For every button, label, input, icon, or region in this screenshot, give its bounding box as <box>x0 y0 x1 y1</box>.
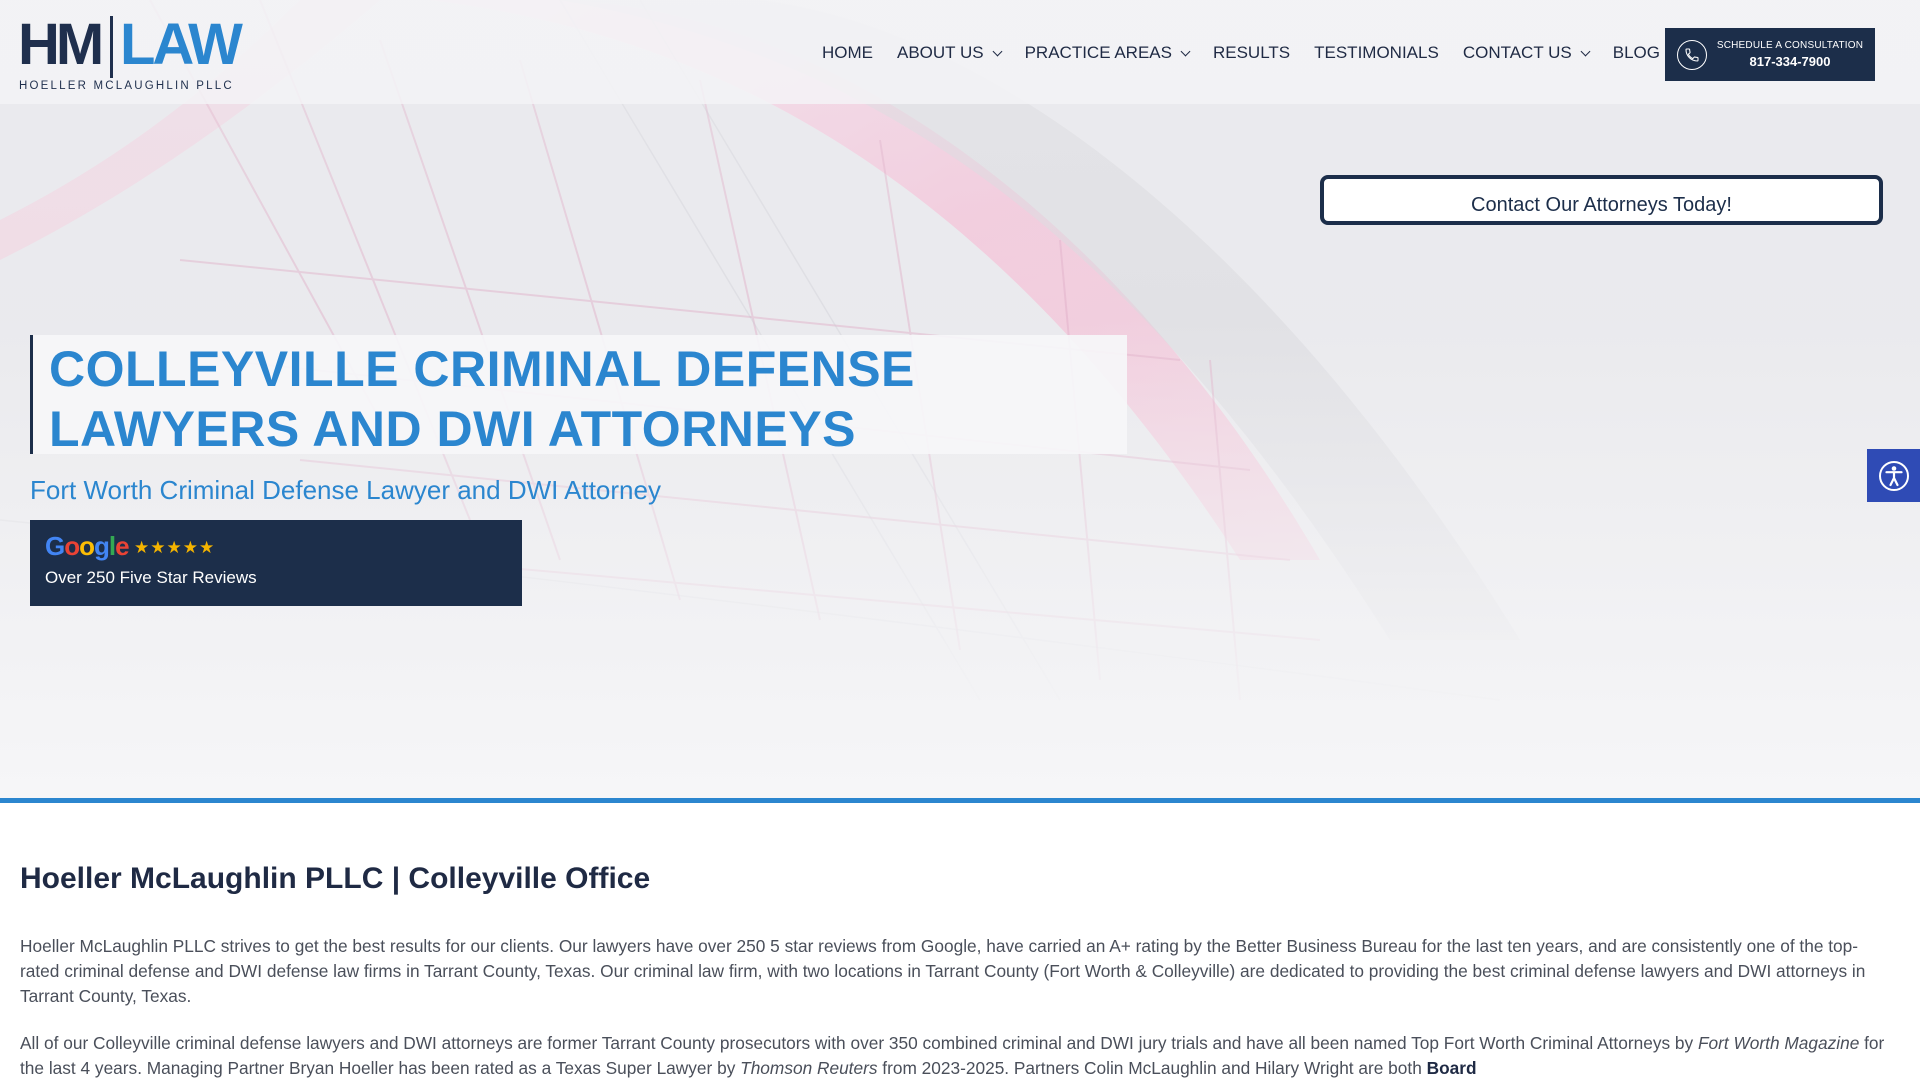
schedule-consultation-button[interactable]: SCHEDULE A CONSULTATION 817-334-7900 <box>1665 28 1875 81</box>
five-star-rating: ★★★★★ <box>134 538 216 558</box>
page-subtitle: Fort Worth Criminal Defense Lawyer and D… <box>30 475 661 505</box>
logo-firm-name: HOELLER MCLAUGHLIN PLLC <box>19 80 234 92</box>
paragraph-italic-publication: Thomson Reuters <box>740 1058 878 1078</box>
hero-divider <box>0 798 1920 803</box>
chevron-down-icon <box>992 46 1003 56</box>
google-reviews-badge[interactable]: Google ★★★★★ Over 250 Five Star Reviews <box>30 520 522 606</box>
site-logo[interactable]: HM LAW HOELLER MCLAUGHLIN PLLC <box>18 12 258 96</box>
chevron-down-icon <box>1580 46 1591 56</box>
nav-item-label: BLOG <box>1612 43 1660 62</box>
reviews-count-text: Over 250 Five Star Reviews <box>45 568 257 587</box>
google-logo: Google <box>45 531 130 561</box>
contact-attorneys-button[interactable]: Contact Our Attorneys Today! <box>1320 175 1883 225</box>
phone-icon <box>1677 39 1707 70</box>
nav-item-about-us[interactable]: ABOUT US <box>885 42 1013 64</box>
logo-divider <box>110 16 113 78</box>
site-header: HM LAW HOELLER MCLAUGHLIN PLLC HOME ABOU… <box>0 0 1920 104</box>
accessibility-button[interactable] <box>1867 449 1920 502</box>
nav-item-label: CONTACT US <box>1462 43 1572 62</box>
logo-mark-law: LAW <box>120 12 243 77</box>
nav-item-label: HOME <box>822 43 873 62</box>
cta-phone-number: 817-334-7900 <box>1749 54 1831 69</box>
hero-title-box: COLLEYVILLE CRIMINAL DEFENSE LAWYERS AND… <box>30 335 1127 457</box>
paragraph-bold-text: Board <box>1426 1058 1477 1078</box>
paragraph-text: All of our Colleyville criminal defense … <box>20 1033 1698 1053</box>
main-nav: HOME ABOUT US PRACTICE AREAS RESULTS TES… <box>810 42 1672 64</box>
nav-item-testimonials[interactable]: TESTIMONIALS <box>1302 42 1451 64</box>
chevron-down-icon <box>1180 46 1191 56</box>
intro-paragraph: Hoeller McLaughlin PLLC strives to get t… <box>20 936 1866 1006</box>
nav-item-practice-areas[interactable]: PRACTICE AREAS <box>1013 42 1201 64</box>
nav-item-label: TESTIMONIALS <box>1314 43 1439 62</box>
nav-item-contact-us[interactable]: CONTACT US <box>1451 42 1601 64</box>
paragraph-text: from 2023-2025. Partners Colin McLaughli… <box>877 1058 1427 1078</box>
page-title-line-1: COLLEYVILLE CRIMINAL DEFENSE <box>49 341 915 397</box>
nav-item-label: ABOUT US <box>897 43 984 62</box>
nav-item-label: RESULTS <box>1212 43 1291 62</box>
nav-item-blog[interactable]: BLOG <box>1601 42 1672 64</box>
nav-item-label: PRACTICE AREAS <box>1024 43 1172 62</box>
section-heading: Hoeller McLaughlin PLLC | Colleyville Of… <box>20 862 651 895</box>
paragraph-italic-publication: Fort Worth Magazine <box>1697 1033 1860 1053</box>
page-title: COLLEYVILLE CRIMINAL DEFENSE LAWYERS AND… <box>49 339 915 459</box>
nav-item-results[interactable]: RESULTS <box>1201 42 1302 64</box>
accessibility-icon <box>1878 460 1909 491</box>
logo-mark-hm: HM <box>18 12 104 77</box>
attorneys-paragraph: All of our Colleyville criminal defense … <box>20 1031 1885 1081</box>
cta-label: SCHEDULE A CONSULTATION <box>1716 40 1864 51</box>
page-title-line-2: LAWYERS AND DWI ATTORNEYS <box>49 401 856 457</box>
nav-item-home[interactable]: HOME <box>810 42 885 64</box>
